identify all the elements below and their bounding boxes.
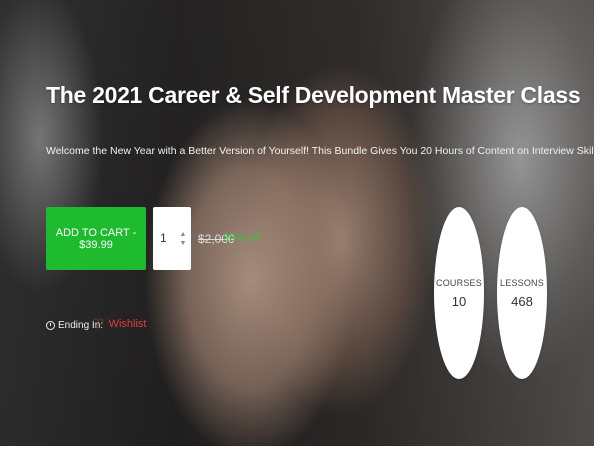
add-to-cart-button[interactable]: ADD TO CART - $39.99 [46,207,146,270]
quantity-stepper[interactable]: 1 ▲ ▼ [153,207,191,270]
lessons-label: LESSONS [500,277,544,288]
page: The 2021 Career & Self Development Maste… [0,0,600,451]
clock-icon [46,321,55,330]
wishlist-link[interactable]: ♡ Wishlist [92,317,147,331]
courses-stat: COURSES 10 [434,207,484,379]
heart-icon[interactable]: ♡ [92,317,105,331]
lessons-stat: LESSONS 468 [497,207,547,379]
courses-label: COURSES [436,277,482,288]
lessons-value: 468 [511,293,533,309]
page-title: The 2021 Career & Self Development Maste… [46,82,581,108]
wishlist-label[interactable]: Wishlist [109,318,147,330]
hero-content: The 2021 Career & Self Development Maste… [0,0,600,446]
courses-value: 10 [451,293,467,309]
page-subtitle: Welcome the New Year with a Better Versi… [46,145,600,157]
discount-badge: 98% off [223,232,261,244]
down-arrow-icon[interactable]: ▼ [179,240,187,248]
quantity-value[interactable]: 1 [160,231,167,245]
up-arrow-icon[interactable]: ▲ [179,231,187,239]
